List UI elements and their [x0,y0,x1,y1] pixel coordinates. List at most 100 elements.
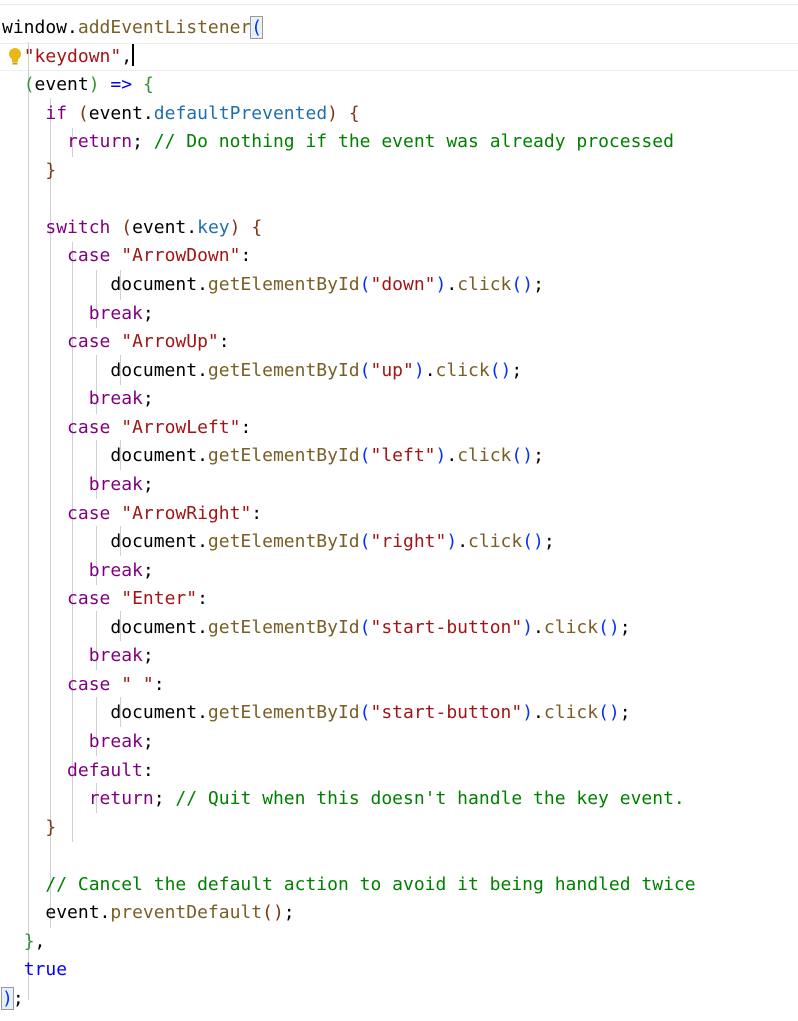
code-token: "start-button" [370,702,523,724]
code-token: . [424,359,436,381]
code-token: case [67,502,111,524]
code-line[interactable]: document.getElementById("start-button").… [2,614,630,642]
code-line[interactable]: return; // Quit when this doesn't handle… [2,785,685,813]
code-token: break [88,731,143,752]
code-line[interactable]: break; [2,300,154,328]
code-line[interactable]: if (event.defaultPrevented) { [2,100,360,128]
code-line[interactable]: } [2,814,56,842]
code-line[interactable]: document.getElementById("left").click(); [2,442,544,470]
code-token: . [142,102,154,124]
code-token: . [67,17,78,38]
code-token: true [23,959,68,981]
code-token: ( [359,531,371,553]
code-token: event [34,74,89,96]
code-line[interactable]: true [2,956,67,984]
code-token: document [110,445,198,467]
code-line[interactable]: break; [2,471,154,499]
code-token: . [197,531,208,553]
code-line[interactable]: break; [2,728,154,756]
code-token: () [262,902,284,924]
code-token: "ArrowRight" [121,502,252,524]
code-token: . [533,702,544,724]
code-token: : [142,759,154,781]
code-token: if [45,102,68,124]
code-line[interactable]: // Cancel the default action to avoid it… [2,871,695,899]
code-token: } [23,930,35,952]
code-token: case [67,588,111,610]
code-line[interactable]: case "ArrowLeft": [2,414,251,442]
code-token: " " [121,673,154,695]
code-token: "keydown" [23,45,122,67]
code-token: return [67,131,133,153]
code-token: () [598,702,620,724]
code-token: . [446,274,458,296]
code-line[interactable]: default: [2,757,154,785]
code-token: event [88,102,143,124]
code-token: ; [142,473,154,495]
code-token: preventDefault [110,902,263,924]
code-token: ( [359,445,371,467]
code-line[interactable]: break; [2,385,154,413]
code-line[interactable]: case "ArrowRight": [2,500,262,528]
code-line[interactable]: return; // Do nothing if the event was a… [2,128,674,156]
code-line[interactable]: case "ArrowUp": [2,328,230,356]
code-line[interactable]: break; [2,557,154,585]
code-editor[interactable]: window.addEventListener( "keydown", (eve… [0,0,798,1021]
code-token: : [240,416,252,438]
code-line[interactable]: break; [2,642,154,670]
code-token: getElementById [207,274,360,296]
code-line[interactable]: event.preventDefault(); [2,899,294,927]
code-token: ) [446,531,458,553]
code-token: // Quit when this doesn't handle the key… [175,788,685,810]
code-token: ; [619,702,631,724]
code-line[interactable]: switch (event.key) { [2,214,262,242]
code-line[interactable]: document.getElementById("up").click(); [2,357,522,385]
code-token: ; [533,274,544,296]
code-line[interactable]: document.getElementById("start-button").… [2,699,631,727]
code-token: break [88,302,143,324]
code-token: ) [229,216,241,238]
code-line[interactable]: }, [2,928,46,956]
code-token: ; [142,731,154,752]
code-line[interactable]: } [2,157,56,185]
code-line[interactable]: window.addEventListener( [2,14,264,42]
code-token: "left" [370,445,436,467]
code-token: } [45,159,57,181]
code-token: ( [359,702,371,724]
code-line[interactable]: case "Enter": [2,585,208,613]
code-line[interactable]: "keydown", [2,43,135,71]
code-token: getElementById [207,702,360,724]
code-token: getElementById [207,359,360,381]
code-line[interactable]: ); [1,985,24,1013]
code-line[interactable]: document.getElementById("down").click(); [2,271,544,299]
code-line[interactable]: document.getElementById("right").click()… [2,528,554,556]
code-token: switch [45,216,111,238]
code-token: // Do nothing if the event was already p… [153,131,674,153]
code-token: ) [435,274,447,296]
code-token: ; [511,359,523,381]
code-token: ( [359,359,371,381]
code-token: "right" [370,531,447,553]
code-token: () [511,445,534,467]
code-token: document [110,359,198,381]
code-token: . [99,902,111,924]
code-token: () [522,531,544,553]
code-token: click [457,274,512,296]
code-line[interactable]: (event) => { [2,71,154,99]
text-caret [132,43,135,66]
code-token: { [348,102,360,124]
code-line[interactable]: case "ArrowDown": [2,242,251,270]
code-token: return [88,788,154,810]
code-line[interactable]: case " ": [2,671,165,699]
